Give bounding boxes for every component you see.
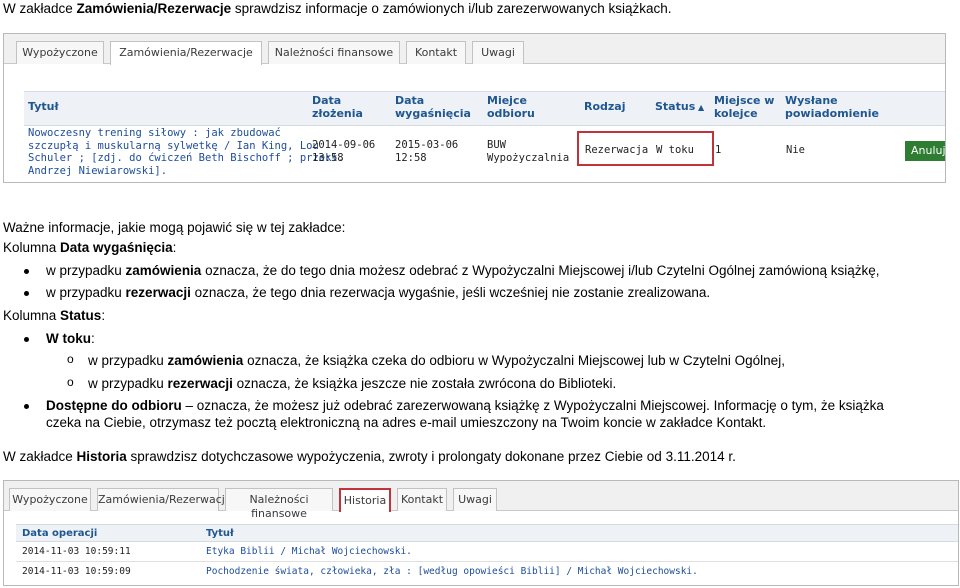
- list-item-dostepne: Dostępne do odbioru – oznacza, że możesz…: [46, 398, 884, 413]
- important-info-heading: Ważne informacje, jakie mogą pojawić się…: [3, 220, 346, 235]
- col-data-operacji[interactable]: Data operacji: [22, 528, 97, 540]
- col-tytul[interactable]: Tytuł: [28, 100, 59, 114]
- sub-list-item: w przypadku zamówienia oznacza, że książ…: [88, 353, 785, 368]
- list-item-dostepne-cont: czeka na Ciebie, otrzymasz też pocztą el…: [46, 415, 767, 430]
- sub-list-item: w przypadku rezerwacji oznacza, że książ…: [88, 376, 617, 391]
- col-data-wygasniecia[interactable]: Data wygaśnięcia: [395, 94, 471, 120]
- tab-historia[interactable]: Historia: [339, 488, 391, 512]
- intro-paragraph: W zakładce Zamówienia/Rezerwacje sprawdz…: [3, 1, 672, 16]
- bullet-icon: [24, 291, 29, 296]
- bullet-icon: [24, 404, 29, 409]
- tab-naleznosci[interactable]: Należności finansowe: [225, 488, 333, 520]
- table-header: Data operacji Tytuł: [16, 524, 958, 542]
- row-title-link[interactable]: Etyka Biblii / Michał Wojciechowski.: [206, 546, 412, 557]
- tab-kontakt[interactable]: Kontakt: [406, 41, 466, 64]
- col-wyslane-powiadomienie[interactable]: Wysłane powiadomienie: [785, 94, 879, 120]
- reservations-screenshot: Wypożyczone Zamówienia/Rezerwacje Należn…: [3, 33, 946, 183]
- list-item: w przypadku rezerwacji oznacza, że tego …: [46, 285, 711, 300]
- tab-zamowienia-rezerwacje[interactable]: Zamówienia/Rezerwacje: [110, 41, 262, 65]
- bullet-icon: [24, 269, 29, 274]
- row-date: 2014-11-03 10:59:11: [22, 546, 131, 557]
- history-screenshot: Wypożyczone Zamówienia/Rezerwacje Należn…: [3, 480, 959, 586]
- row-miejsce-odbioru: BUW Wypożyczalnia: [487, 139, 570, 164]
- rodzaj-status-highlight: [577, 131, 714, 166]
- list-item: w przypadku zamówienia oznacza, że do te…: [46, 263, 880, 278]
- tab-uwagi[interactable]: Uwagi: [453, 488, 497, 511]
- col-data-zlozenia[interactable]: Data złożenia: [312, 94, 363, 120]
- row-title-link[interactable]: Nowoczesny trening siłowy : jak zbudować…: [28, 127, 344, 177]
- col-miejsce-w-kolejce[interactable]: Miejsce w kolejce: [714, 94, 774, 120]
- bullet-icon: [24, 337, 29, 342]
- row-kolejka: 1: [715, 144, 722, 156]
- tab-wypozyczone[interactable]: Wypożyczone: [9, 488, 91, 511]
- tab-uwagi[interactable]: Uwagi: [472, 41, 524, 64]
- tab-kontakt[interactable]: Kontakt: [397, 488, 447, 511]
- row-title-link[interactable]: Pochodzenie świata, człowieka, zła : [we…: [206, 566, 698, 577]
- row-date: 2014-11-03 10:59:09: [22, 566, 131, 577]
- col-tytul[interactable]: Tytuł: [206, 528, 234, 540]
- cancel-button[interactable]: Anuluj: [905, 141, 945, 162]
- list-item-w-toku: W toku:: [46, 331, 95, 346]
- tab-naleznosci[interactable]: Należności finansowe: [268, 41, 400, 64]
- row-data-zlozenia: 2014-09-06 13:58: [312, 139, 376, 164]
- row-data-wygasniecia: 2015-03-06 12:58: [395, 139, 459, 164]
- row-divider: [16, 561, 958, 562]
- kolumna-data-heading: Kolumna Data wygaśnięcia:: [3, 240, 177, 255]
- row-powiadomienie: Nie: [786, 144, 805, 156]
- tab-zamowienia-rezerwacje[interactable]: Zamówienia/Rezerwacje: [97, 488, 232, 511]
- table-header: Tytuł Data złożenia Data wygaśnięcia Miejc…: [24, 91, 945, 126]
- kolumna-status-heading: Kolumna Status:: [3, 308, 106, 323]
- tab-wypozyczone[interactable]: Wypożyczone: [16, 41, 104, 64]
- col-rodzaj[interactable]: Rodzaj: [584, 100, 626, 114]
- tab-bar: Wypożyczone Zamówienia/Rezerwacje Należn…: [4, 34, 945, 65]
- col-status[interactable]: Status: [655, 100, 704, 114]
- historia-paragraph: W zakładce Historia sprawdzisz dotychcza…: [3, 449, 736, 464]
- sub-bullet-icon: o: [67, 375, 74, 389]
- sub-bullet-icon: o: [67, 352, 74, 366]
- tab-bar: Wypożyczone Zamówienia/Rezerwacje Należn…: [4, 481, 958, 520]
- col-miejsce-odbioru[interactable]: Miejce odbioru: [487, 94, 535, 120]
